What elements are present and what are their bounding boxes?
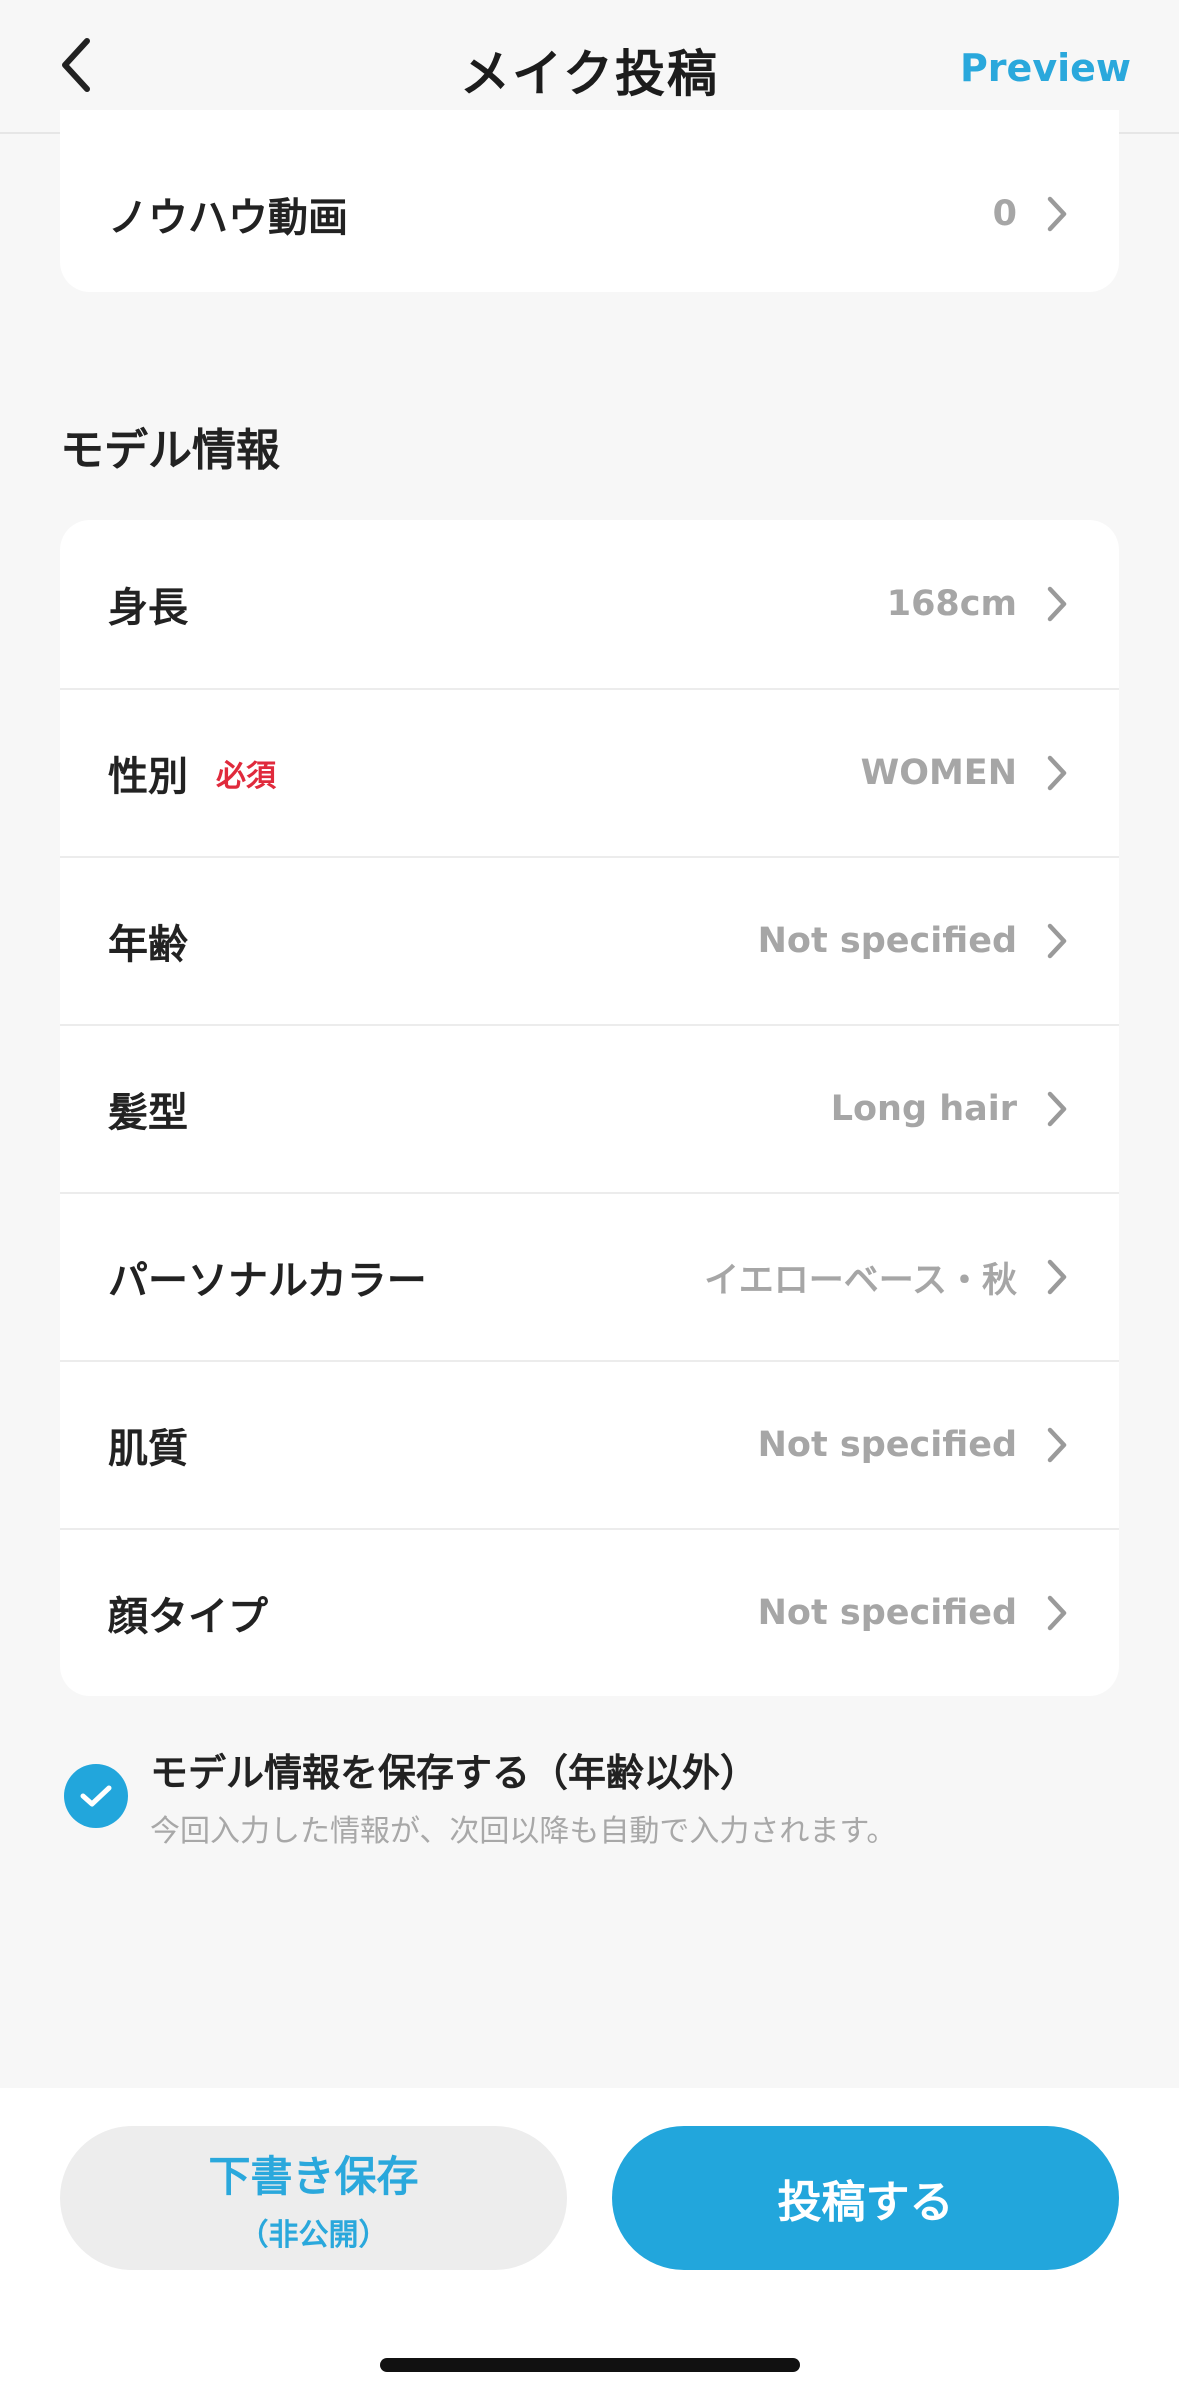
- row-value: Not specified: [757, 1425, 1017, 1465]
- howto-video-row[interactable]: ノウハウ動画 0: [60, 110, 1119, 292]
- save-draft-sublabel: （非公開）: [238, 2217, 389, 2253]
- row-personal-color[interactable]: パーソナルカラー イエローベース・秋: [60, 1192, 1119, 1360]
- row-gender[interactable]: 性別 必須 WOMEN: [60, 688, 1119, 856]
- save-draft-button[interactable]: 下書き保存 （非公開）: [60, 2126, 567, 2270]
- chevron-right-icon: [1043, 1257, 1071, 1297]
- row-label: 年齢: [108, 922, 188, 968]
- page: メイク投稿 Preview ノウハウ動画 0 モデル情報 身長 168cm 性別…: [0, 0, 1179, 2396]
- row-value: 168cm: [886, 584, 1017, 624]
- row-label-text: 性別: [108, 754, 188, 800]
- chevron-right-icon: [1043, 753, 1071, 793]
- row-value: 0: [992, 194, 1017, 234]
- row-label: 身長: [108, 585, 188, 631]
- section-title: モデル情報: [60, 425, 280, 476]
- row-value: Not specified: [757, 921, 1017, 961]
- post-label: 投稿する: [777, 2177, 954, 2228]
- chevron-right-icon: [1043, 584, 1071, 624]
- chevron-right-icon: [1043, 1089, 1071, 1129]
- row-label: 肌質: [108, 1426, 188, 1472]
- chevron-right-icon: [1043, 1425, 1071, 1465]
- chevron-right-icon: [1043, 194, 1071, 234]
- row-value: Not specified: [757, 1593, 1017, 1633]
- row-value: WOMEN: [860, 753, 1017, 793]
- bottom-action-bar: 下書き保存 （非公開） 投稿する: [0, 2088, 1179, 2396]
- row-label: パーソナルカラー: [108, 1258, 427, 1304]
- checkmark-icon: [80, 1785, 112, 1807]
- row-label: 髪型: [108, 1090, 188, 1136]
- chevron-right-icon: [1043, 1593, 1071, 1633]
- required-badge: 必須: [216, 759, 276, 794]
- row-height[interactable]: 身長 168cm: [60, 520, 1119, 688]
- save-draft-label: 下書き保存: [208, 2151, 419, 2201]
- save-model-info-checkbox[interactable]: [64, 1764, 128, 1828]
- row-hairstyle[interactable]: 髪型 Long hair: [60, 1024, 1119, 1192]
- row-label: 性別 必須: [108, 744, 276, 802]
- preview-link[interactable]: Preview: [960, 46, 1131, 90]
- howto-video-card: ノウハウ動画 0: [60, 110, 1119, 292]
- row-value: イエローベース・秋: [704, 1260, 1017, 1301]
- row-age[interactable]: 年齢 Not specified: [60, 856, 1119, 1024]
- model-info-card: 身長 168cm 性別 必須 WOMEN 年齢 Not specified 髪型…: [60, 520, 1119, 1696]
- row-face-type[interactable]: 顔タイプ Not specified: [60, 1528, 1119, 1696]
- save-option-note: 今回入力した情報が、次回以降も自動で入力されます。: [150, 1814, 897, 1849]
- chevron-right-icon: [1043, 921, 1071, 961]
- row-value: Long hair: [830, 1089, 1017, 1129]
- post-button[interactable]: 投稿する: [612, 2126, 1119, 2270]
- row-label: ノウハウ動画: [108, 195, 348, 241]
- row-label: 顔タイプ: [108, 1594, 268, 1640]
- home-indicator: [380, 2358, 800, 2372]
- row-skin-type[interactable]: 肌質 Not specified: [60, 1360, 1119, 1528]
- save-option-title: モデル情報を保存する（年齢以外）: [150, 1751, 759, 1795]
